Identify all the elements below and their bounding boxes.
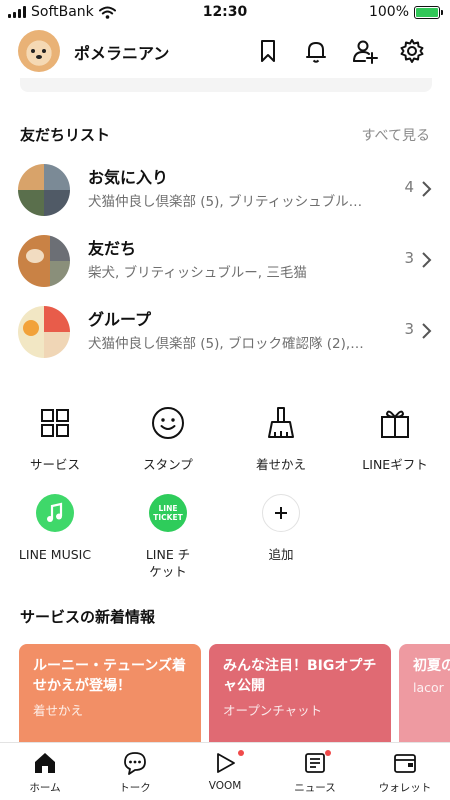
friend-row-count: 3 [404,320,414,338]
grid-icon [41,409,69,437]
status-bar: SoftBank 12:30 100% [0,0,450,26]
friend-row-title: 友だち [88,239,137,258]
ticket-badge-line2: TICKET [153,513,183,522]
see-all-link[interactable]: すべて見る [362,125,430,145]
news-card-subtitle: オープンチャット [223,703,323,718]
profile-name[interactable]: ポメラニアン [74,40,169,64]
news-card-subtitle: lacor [413,680,444,695]
chevron-right-icon [422,323,432,339]
tab-voom[interactable]: VOOM [180,743,270,800]
plus-icon [262,494,300,532]
friend-row-count: 4 [404,178,414,196]
gift-icon [381,410,409,438]
tab-label: ホーム [29,782,61,794]
service-label: LINEギフト [362,457,428,472]
status-right: 100% [368,4,443,20]
friend-row-subtitle: 犬猫仲良し倶楽部 (5), ブロック確認隊 (2),… [88,336,364,352]
favorites-thumbnail [18,164,70,216]
add-friend-icon[interactable] [351,37,379,65]
tab-home[interactable]: ホーム [0,743,90,800]
friend-row-subtitle: 犬猫仲良し倶楽部 (5), ブリティッシュブル… [88,194,363,210]
service-label: 着せかえ [255,457,306,472]
friend-row-subtitle: 柴犬, ブリティッシュブルー, 三毛猫 [88,265,307,281]
service-label-line1: LINE チ [145,547,191,562]
home-icon [35,753,55,773]
service-label: 追加 [268,547,294,562]
news-card-title: ルーニー・テューンズ着せかえが登場！ [33,658,187,694]
tab-label: トーク [119,782,151,794]
tab-wallet[interactable]: ウォレット [360,743,450,800]
service-services[interactable]: サービス [0,404,110,474]
line-ticket-icon: LINE TICKET [149,494,187,532]
battery-percent: 100% [368,4,409,20]
service-label-line2: ケット [149,564,187,579]
voom-icon [217,753,235,773]
news-card-title: みんな注目！BIGオプチャ公開 [223,658,377,694]
bottom-tab-bar: ホーム トーク VOOM ニュース ウォレット [0,742,450,800]
tab-label: ニュース [294,782,336,794]
bookmark-icon[interactable] [254,37,282,65]
tab-label: ウォレット [378,782,432,794]
gear-icon[interactable] [398,37,426,65]
news-icon [305,753,325,773]
friend-row-title: グループ [88,310,152,329]
music-note-icon [36,494,74,532]
service-label: LINE MUSIC [18,547,92,562]
news-card-title: 初夏の [413,658,450,674]
service-themes[interactable]: 着せかえ [226,404,336,474]
friend-row-favorites[interactable]: お気に入り 犬猫仲良し倶楽部 (5), ブリティッシュブル… 4 [0,160,450,224]
friend-row-title: お気に入り [88,168,169,187]
news-card[interactable]: 初夏の lacor [399,644,450,754]
service-label: スタンプ [143,457,193,472]
chevron-right-icon [422,252,432,268]
tab-chats[interactable]: トーク [90,743,180,800]
battery-icon [414,5,443,19]
profile-header: ポメラニアン [0,26,450,78]
notification-dot [325,750,331,756]
friend-row-count: 3 [404,249,414,267]
tab-label: VOOM [208,780,242,792]
notification-dot [238,750,244,756]
smiley-icon [152,407,184,439]
service-stamps[interactable]: スタンプ [113,404,223,474]
ticket-badge-line1: LINE [158,504,178,513]
friend-row-groups[interactable]: グループ 犬猫仲良し倶楽部 (5), ブロック確認隊 (2),… 3 [0,302,450,366]
tab-news[interactable]: ニュース [270,743,360,800]
chevron-right-icon [422,181,432,197]
brush-icon [268,407,294,438]
news-card-subtitle: 着せかえ [33,703,84,718]
news-card[interactable]: みんな注目！BIGオプチャ公開 オープンチャット [209,644,391,754]
service-line-music[interactable]: LINE MUSIC [0,494,110,574]
friends-section-title: 友だちリスト [20,126,111,144]
bell-icon[interactable] [302,37,330,65]
profile-banner-edge [20,78,432,92]
service-label: サービス [29,457,80,472]
friend-row-friends[interactable]: 友だち 柴犬, ブリティッシュブルー, 三毛猫 3 [0,231,450,295]
service-line-ticket[interactable]: LINE TICKET LINE チ ケット [113,494,223,579]
service-add[interactable]: 追加 [226,494,336,574]
chat-icon [124,752,146,775]
news-card[interactable]: ルーニー・テューンズ着せかえが登場！ 着せかえ [19,644,201,754]
service-gift[interactable]: LINEギフト [340,404,450,474]
friends-thumbnail [18,235,70,287]
wallet-icon [394,754,416,773]
news-section-title: サービスの新着情報 [20,608,156,626]
avatar[interactable] [18,30,60,72]
groups-thumbnail [18,306,70,358]
service-label: LINE チ ケット [113,546,223,580]
